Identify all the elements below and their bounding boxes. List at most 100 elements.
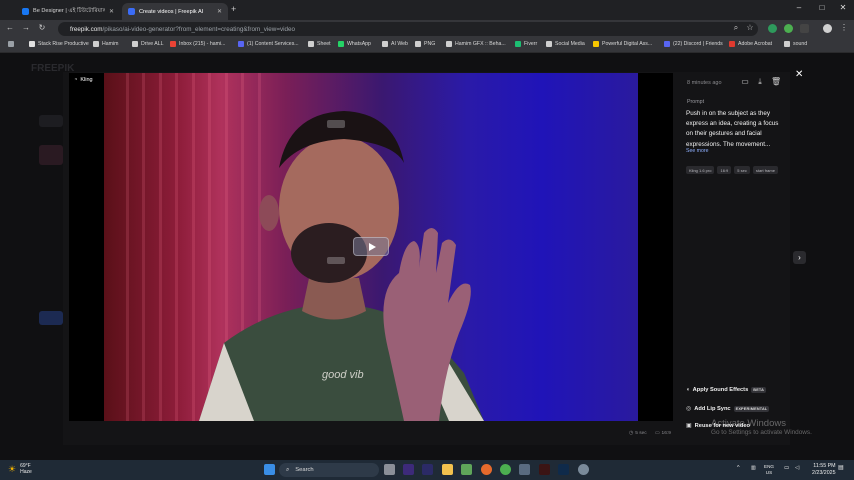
apply-sound-effects-button[interactable]: ◖ Apply Sound Effects BETA — [686, 387, 767, 393]
search-placeholder: Search — [295, 467, 314, 473]
bookmark-star-icon[interactable]: ☆ — [744, 23, 756, 32]
volume-icon[interactable]: ◁ — [795, 465, 799, 471]
bookmark-item[interactable]: Drive ALL — [132, 41, 164, 47]
bookmark-item[interactable]: AI Web — [382, 41, 408, 47]
play-button[interactable] — [353, 237, 389, 256]
reload-icon[interactable]: ↻ — [36, 23, 48, 32]
bookmark-item[interactable]: Hamim — [93, 41, 118, 47]
bookmark-item[interactable]: sound — [784, 41, 807, 47]
bookmark-item[interactable]: Stack Rise Productive — [29, 41, 89, 47]
bookmark-item[interactable]: (22) Discord | Friends — [664, 41, 723, 47]
bookmark-label: Adobe Acrobat — [738, 41, 773, 47]
app-icon[interactable] — [519, 464, 530, 475]
bookmark-item[interactable]: Sheet — [308, 41, 331, 47]
ratio-label: 16:9 — [661, 431, 671, 436]
extension-icon[interactable] — [768, 24, 777, 33]
svg-text:good vib: good vib — [322, 369, 364, 381]
bookmark-item[interactable]: Inbox (215) - hami... — [170, 41, 225, 47]
dimmed-thumbnail — [39, 145, 63, 165]
tray-chevron-icon[interactable]: ^ — [737, 465, 740, 471]
folder-icon[interactable]: ▭ — [740, 77, 750, 86]
close-window-button[interactable]: ✕ — [832, 3, 854, 12]
forward-icon[interactable]: → — [20, 23, 32, 32]
task-view-icon[interactable] — [384, 464, 395, 475]
tab-label: Create videos | Freepik AI — [139, 8, 204, 15]
premiere-pro-icon[interactable] — [403, 464, 414, 475]
bookmark-label: Social Media — [555, 41, 585, 47]
language-indicator[interactable]: ENG US — [764, 464, 774, 476]
file-explorer-icon[interactable] — [442, 464, 453, 475]
notifications-icon[interactable]: ▤ — [838, 464, 844, 471]
illustrator-icon[interactable] — [539, 464, 550, 475]
bookmark-item[interactable]: WhatsApp — [338, 41, 371, 47]
new-tab-button[interactable]: + — [231, 4, 236, 14]
firefox-icon[interactable] — [481, 464, 492, 475]
system-clock[interactable]: 11:55 PM 2/23/2025 — [812, 463, 836, 477]
address-bar[interactable]: freepik.com/pikaso/ai-video-generator?fr… — [58, 22, 758, 36]
bookmark-label: Inbox (215) - hami... — [179, 41, 226, 47]
network-icon[interactable]: ▥ — [751, 465, 756, 471]
url-path: /pikaso/ai-video-generator?from_element=… — [102, 25, 296, 33]
close-tab-icon[interactable]: ✕ — [109, 8, 114, 15]
windows-start-icon[interactable] — [264, 464, 275, 475]
bookmark-label: (1) Content Services... — [247, 41, 299, 47]
tab-freepik[interactable]: Create videos | Freepik AI ✕ — [122, 3, 228, 20]
after-effects-icon[interactable] — [422, 464, 433, 475]
settings-gear-icon[interactable] — [578, 464, 589, 475]
search-icon: ⌕ — [286, 466, 290, 473]
add-lip-sync-button[interactable]: ◎ Add Lip Sync EXPERIMENTAL — [686, 405, 770, 412]
zoom-icon[interactable]: ⌕ — [730, 23, 742, 33]
bookmark-favicon-icon — [132, 41, 138, 47]
tab-be-designer[interactable]: Be Designer | এই টিউটোরিয়াল মাধ্যমে ✕ — [16, 3, 120, 20]
bookmark-item[interactable]: PNG — [415, 41, 435, 47]
monitor-icon[interactable]: ▭ — [784, 465, 789, 471]
taskbar-search[interactable]: ⌕ Search — [279, 463, 379, 477]
watermark-subtitle: Go to Settings to activate Windows. — [711, 429, 812, 436]
bookmark-item[interactable]: Powerful Digital Ass... — [593, 41, 652, 47]
ratio-meta: ▭ 16:9 — [655, 431, 671, 436]
reuse-icon: ▣ — [686, 423, 692, 429]
minimize-button[interactable]: – — [788, 3, 810, 12]
photoshop-icon[interactable] — [558, 464, 569, 475]
chip-model: Kling 1.6 pro — [686, 166, 715, 174]
next-arrow-button[interactable]: › — [793, 251, 806, 264]
bookmark-label: Sheet — [317, 41, 331, 47]
menu-kebab-icon[interactable]: ⋮ — [838, 23, 850, 32]
model-tag-label: Kling — [80, 77, 93, 83]
see-more-link[interactable]: See more — [686, 148, 709, 154]
duration-label: 5 sec — [635, 431, 647, 436]
bookmark-item[interactable]: Fiverr — [515, 41, 537, 47]
clock-time: 11:55 PM — [813, 463, 836, 469]
download-icon[interactable]: ⤓ — [755, 77, 765, 87]
bookmark-item[interactable]: Hamim GFX :: Beha... — [446, 41, 506, 47]
bookmark-label: AI Web — [391, 41, 408, 47]
close-tab-icon[interactable]: ✕ — [217, 8, 222, 15]
apps-grid-icon[interactable] — [8, 41, 14, 47]
tab-label: Be Designer | এই টিউটোরিয়াল মাধ্যমে — [33, 8, 105, 14]
bookmark-favicon-icon — [415, 41, 421, 47]
back-icon[interactable]: ← — [4, 23, 16, 32]
lang-code: ENG — [764, 464, 774, 469]
aspect-ratio-icon: ▭ — [655, 431, 660, 436]
trash-icon[interactable]: 🗑 — [771, 77, 781, 86]
bookmark-item[interactable]: Social Media — [546, 41, 585, 47]
ghost-label — [327, 257, 345, 264]
bookmark-favicon-icon — [446, 41, 452, 47]
bookmark-item[interactable]: (1) Content Services... — [238, 41, 299, 47]
extension-icon[interactable] — [784, 24, 793, 33]
bookmark-favicon-icon — [729, 41, 735, 47]
extensions-puzzle-icon[interactable] — [800, 24, 809, 33]
play-icon — [368, 242, 376, 251]
bookmark-favicon-icon — [664, 41, 670, 47]
bookmark-label: Hamim — [102, 41, 119, 47]
lip-sync-icon: ◎ — [686, 406, 692, 412]
close-modal-icon[interactable]: ✕ — [795, 69, 803, 80]
bookmark-item[interactable]: Adobe Acrobat — [729, 41, 772, 47]
bookmark-favicon-icon — [238, 41, 244, 47]
maximize-button[interactable]: □ — [811, 3, 833, 12]
profile-avatar[interactable] — [823, 24, 832, 33]
chrome-icon[interactable] — [500, 464, 511, 475]
weather-widget[interactable]: ☀ 69°F Haze — [8, 463, 32, 475]
store-icon[interactable] — [461, 464, 472, 475]
sound-effects-icon: ◖ — [686, 387, 690, 393]
